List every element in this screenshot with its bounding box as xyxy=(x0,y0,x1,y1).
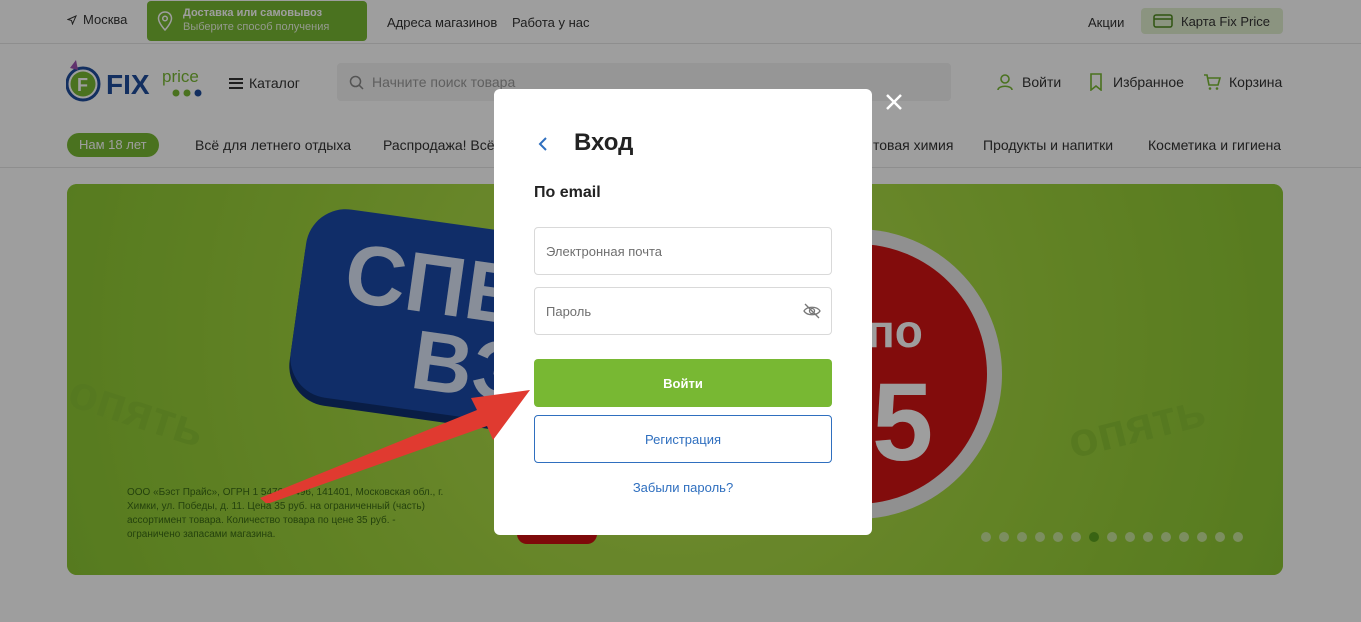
modal-subtitle: По email xyxy=(534,184,601,201)
register-button[interactable]: Регистрация xyxy=(534,415,832,463)
chevron-left-icon[interactable] xyxy=(536,135,550,153)
annotation-arrow xyxy=(260,390,530,503)
modal-title: Вход xyxy=(574,129,634,156)
login-modal: Вход По email Войти Регистрация Забыли п… xyxy=(494,89,872,535)
login-submit-button[interactable]: Войти xyxy=(534,359,832,407)
page: Москва Доставка или самовывоз Выберите с… xyxy=(0,0,1361,622)
email-field[interactable] xyxy=(534,227,832,275)
password-input[interactable] xyxy=(535,288,831,334)
password-field[interactable] xyxy=(534,287,832,335)
email-input[interactable] xyxy=(535,228,831,274)
close-icon[interactable] xyxy=(883,91,905,113)
eye-off-icon[interactable] xyxy=(803,303,821,319)
forgot-password-link[interactable]: Забыли пароль? xyxy=(534,480,832,495)
